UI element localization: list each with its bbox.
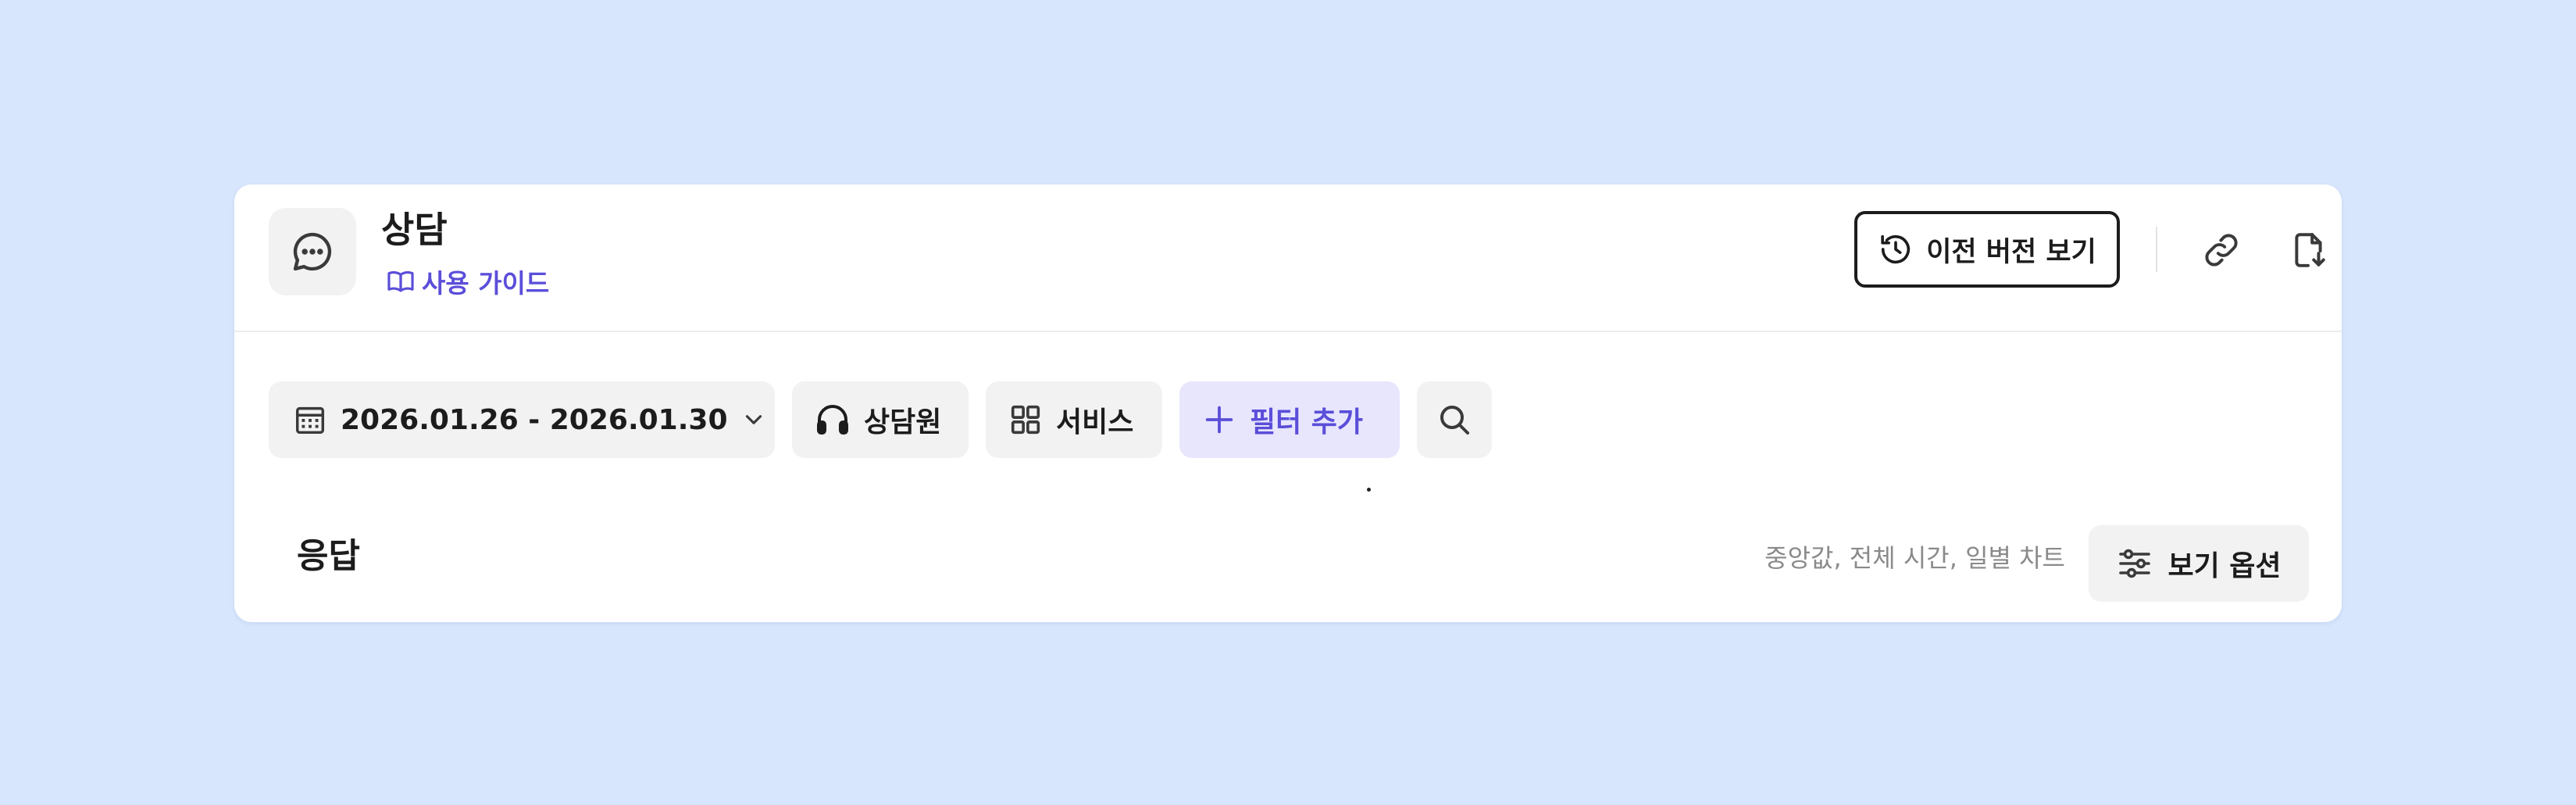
service-filter-label: 서비스: [1056, 406, 1134, 438]
agent-filter-label: 상담원: [864, 406, 942, 438]
link-icon: [2202, 231, 2241, 270]
add-filter-label: 필터 추가: [1250, 406, 1364, 438]
usage-guide-label: 사용 가이드: [422, 268, 550, 299]
page-title: 상담: [381, 209, 448, 251]
chat-bubble-icon: [288, 227, 337, 276]
filter-bar: 2026.01.26 - 2026.01.30 상담원 서비스 필터 추가: [269, 381, 1492, 458]
search-button[interactable]: [1417, 381, 1492, 458]
plus-icon: [1201, 402, 1237, 438]
date-range-picker[interactable]: 2026.01.26 - 2026.01.30: [269, 381, 775, 458]
book-icon: [386, 267, 416, 296]
export-file-button[interactable]: [2287, 227, 2331, 274]
calendar-icon: [292, 402, 328, 438]
view-options-label: 보기 옵션: [2167, 550, 2282, 582]
sliders-icon: [2116, 545, 2153, 582]
chevron-down-icon: [740, 406, 767, 433]
app-icon-box: [269, 208, 356, 295]
usage-guide-link[interactable]: 사용 가이드: [386, 263, 549, 300]
section-title: 응답: [297, 536, 360, 576]
add-filter-button[interactable]: 필터 추가: [1179, 381, 1400, 458]
dashboard-card: 상담 사용 가이드 이전 버전 보기 2026.01.26 - 2026.01.…: [234, 184, 2342, 622]
date-range-value: 2026.01.26 - 2026.01.30: [341, 403, 728, 436]
view-options-button[interactable]: 보기 옵션: [2089, 525, 2309, 602]
view-previous-version-label: 이전 버전 보기: [1926, 236, 2096, 268]
view-options-summary: 중앙값, 전체 시간, 일별 차트: [1764, 543, 2065, 573]
grid-icon: [1008, 402, 1044, 438]
stray-dot: [1367, 488, 1371, 492]
service-filter-chip[interactable]: 서비스: [986, 381, 1162, 458]
copy-link-button[interactable]: [2200, 228, 2243, 272]
agent-filter-chip[interactable]: 상담원: [792, 381, 969, 458]
headset-icon: [814, 401, 851, 438]
history-icon: [1878, 231, 1914, 267]
search-icon: [1436, 401, 1473, 438]
view-previous-version-button[interactable]: 이전 버전 보기: [1854, 211, 2120, 288]
card-header: 상담 사용 가이드 이전 버전 보기: [234, 184, 2342, 332]
header-divider: [2156, 227, 2157, 272]
file-export-icon: [2289, 229, 2328, 271]
